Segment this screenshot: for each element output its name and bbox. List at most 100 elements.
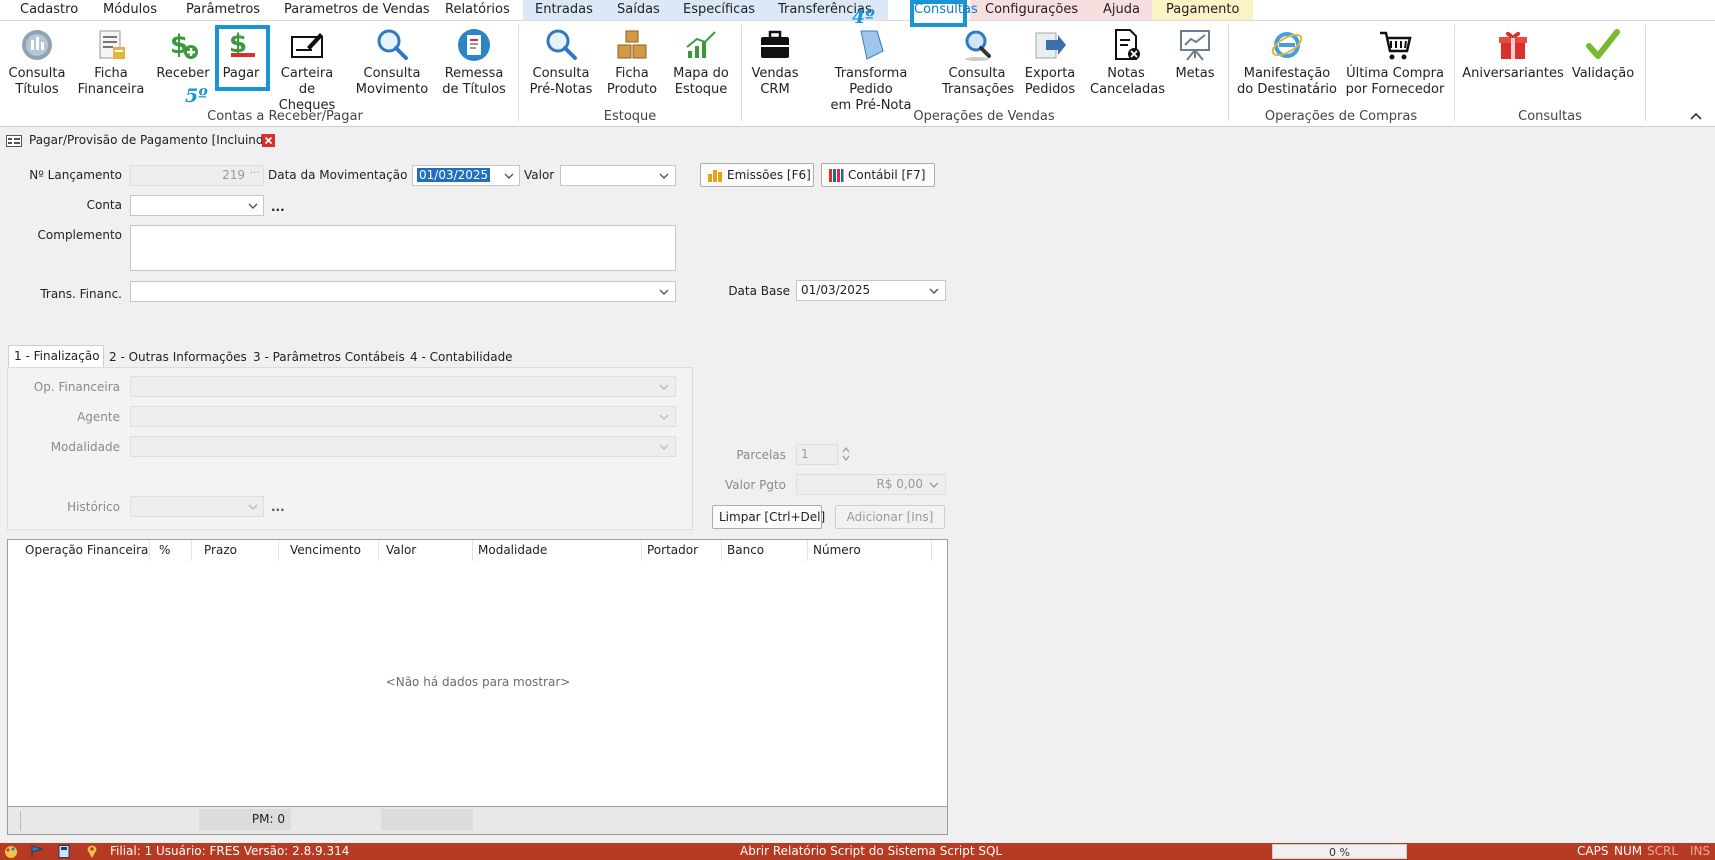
progress-bar: 0 %	[1272, 844, 1407, 859]
ultima-compra-button[interactable]: Última Compra por Fornecedor	[1343, 27, 1447, 98]
complemento-label: Complemento	[37, 228, 122, 242]
complemento-field[interactable]	[130, 225, 676, 271]
tab-contabilidade[interactable]: 4 - Contabilidade	[405, 347, 518, 367]
menu-modulos[interactable]: Módulos	[95, 0, 165, 20]
chevron-down-icon[interactable]	[927, 281, 941, 300]
parcelas-grid[interactable]: Operação Financeira % Prazo Vencimento V…	[7, 539, 948, 807]
agente-label: Agente	[77, 410, 120, 424]
consulta-movimento-button[interactable]: Consulta Movimento	[355, 27, 429, 98]
aniversariantes-button[interactable]: Aniversariantes	[1462, 27, 1564, 82]
location-pin-icon	[87, 845, 97, 858]
document-tab-title: Pagar/Provisão de Pagamento [Incluindo]	[29, 133, 276, 147]
modalidade-label: Modalidade	[50, 440, 120, 454]
consulta-pre-notas-button[interactable]: Consulta Pré-Notas	[528, 27, 594, 98]
num-indicator: NUM	[1614, 844, 1643, 858]
magnifier-icon	[965, 30, 991, 61]
metas-button[interactable]: Metas	[1172, 27, 1218, 82]
menu-consultas[interactable]: Consultas	[910, 0, 978, 27]
ficha-financeira-button[interactable]: Ficha Financeira	[77, 27, 145, 98]
limpar-button[interactable]: Limpar [Ctrl+Del]	[712, 505, 825, 529]
boxes-icon	[617, 30, 647, 59]
column-prazo[interactable]: Prazo	[199, 540, 279, 561]
grid-footer: PM: 0	[7, 807, 948, 835]
status-info: Filial: 1 Usuário: FRES Versão: 2.8.9.31…	[110, 844, 350, 858]
n-lancamento-ellipsis[interactable]: ...	[250, 165, 260, 176]
trans-financ-label: Trans. Financ.	[40, 287, 122, 301]
conta-label: Conta	[86, 198, 122, 212]
menu-pagamento[interactable]: Pagamento	[1152, 0, 1254, 20]
column-numero[interactable]: Número	[808, 540, 932, 561]
scrl-indicator: SCRL	[1647, 844, 1679, 858]
close-tab-icon[interactable]	[262, 134, 275, 147]
coins-icon	[22, 30, 52, 60]
menu-relatorios[interactable]: Relatórios	[437, 0, 518, 20]
manifestacao-destinatario-button[interactable]: Manifestação do Destinatário	[1236, 27, 1338, 98]
tab-parametros-contabeis[interactable]: 3 - Parâmetros Contábeis	[248, 347, 410, 367]
column-modalidade[interactable]: Modalidade	[473, 540, 642, 561]
chevron-down-icon[interactable]	[502, 166, 516, 185]
menu-parametros[interactable]: Parâmetros	[178, 0, 268, 20]
receber-button[interactable]: $ Receber	[156, 27, 210, 82]
trans-financ-field[interactable]	[130, 281, 676, 302]
remessa-titulos-button[interactable]: Remessa de Títulos	[441, 27, 507, 98]
group-operacoes-compras: Operações de Compras	[1264, 109, 1418, 124]
historico-lookup-button: ...	[271, 500, 285, 514]
menu-cadastro[interactable]: Cadastro	[12, 0, 86, 20]
menu-entradas[interactable]: Entradas	[523, 0, 605, 20]
group-operacoes-vendas: Operações de Vendas	[913, 109, 1055, 124]
group-estoque: Estoque	[603, 109, 657, 124]
conta-field[interactable]	[130, 195, 264, 216]
valor-summary	[381, 809, 473, 830]
chevron-down-icon[interactable]	[657, 282, 671, 301]
contabil-button[interactable]: Contábil [F7]	[821, 163, 935, 187]
stock-chart-icon	[686, 31, 716, 58]
vendas-crm-button[interactable]: Vendas CRM	[748, 27, 802, 98]
menu-parametros-vendas[interactable]: Parametros de Vendas	[276, 0, 438, 20]
transforma-pedido-button[interactable]: Transforma Pedido em Pré-Nota	[812, 27, 930, 114]
column-vencimento[interactable]: Vencimento	[285, 540, 379, 561]
pagar-highlight	[215, 25, 270, 91]
caps-indicator: CAPS	[1577, 844, 1609, 858]
chevron-down-icon[interactable]	[657, 166, 671, 185]
column-percent[interactable]: %	[154, 540, 192, 561]
data-base-label: Data Base	[728, 284, 790, 298]
gift-icon	[1499, 31, 1527, 59]
notas-canceladas-button[interactable]: Notas Canceladas	[1090, 27, 1165, 98]
group-contas-receber-pagar: Contas a Receber/Pagar	[207, 109, 363, 124]
search-icon	[377, 29, 408, 60]
column-portador[interactable]: Portador	[642, 540, 722, 561]
chevron-down-icon	[659, 414, 669, 420]
search-icon	[546, 29, 577, 60]
bar-chart-icon	[708, 170, 722, 182]
dollar-plus-icon: $	[170, 30, 198, 60]
exporta-pedidos-button[interactable]: Exporta Pedidos	[1022, 27, 1078, 98]
valor-label: Valor	[524, 168, 555, 182]
remittance-icon	[458, 29, 490, 61]
conta-lookup-button[interactable]: ...	[271, 200, 285, 214]
column-valor[interactable]: Valor	[381, 540, 473, 561]
chevron-down-icon	[929, 482, 939, 488]
menu-ajuda[interactable]: Ajuda	[1090, 0, 1153, 20]
menu-configuracoes[interactable]: Configurações	[970, 0, 1094, 20]
validacao-button[interactable]: Validação	[1570, 27, 1636, 82]
carteira-cheques-button[interactable]: Carteira de Cheques	[274, 27, 340, 114]
valor-pgto-label: Valor Pgto	[725, 478, 786, 492]
agente-field	[130, 406, 676, 427]
menu-especificas[interactable]: Específicas	[670, 0, 769, 20]
emissoes-button[interactable]: Emissões [F6]	[700, 163, 814, 187]
tab-outras-informacoes[interactable]: 2 - Outras Informações	[104, 347, 252, 367]
parcelas-label: Parcelas	[736, 448, 786, 462]
consulta-transacoes-button[interactable]: Consulta Transações	[942, 27, 1014, 98]
chevron-down-icon[interactable]	[246, 196, 260, 215]
tab-finalizacao[interactable]: 1 - Finalização	[8, 345, 104, 367]
data-movimentacao-field[interactable]: 01/03/2025	[412, 165, 520, 186]
data-base-field[interactable]: 01/03/2025	[796, 280, 946, 301]
collapse-ribbon-icon[interactable]	[1690, 111, 1702, 121]
mapa-estoque-button[interactable]: Mapa do Estoque	[668, 27, 734, 98]
ficha-produto-button[interactable]: Ficha Produto	[604, 27, 660, 98]
column-banco[interactable]: Banco	[722, 540, 808, 561]
consulta-titulos-button[interactable]: Consulta Títulos	[5, 27, 69, 98]
status-actions[interactable]: Abrir Relatório Script do Sistema Script…	[740, 843, 1002, 860]
column-operacao-financeira[interactable]: Operação Financeira	[20, 540, 150, 561]
menu-saidas[interactable]: Saídas	[605, 0, 672, 20]
